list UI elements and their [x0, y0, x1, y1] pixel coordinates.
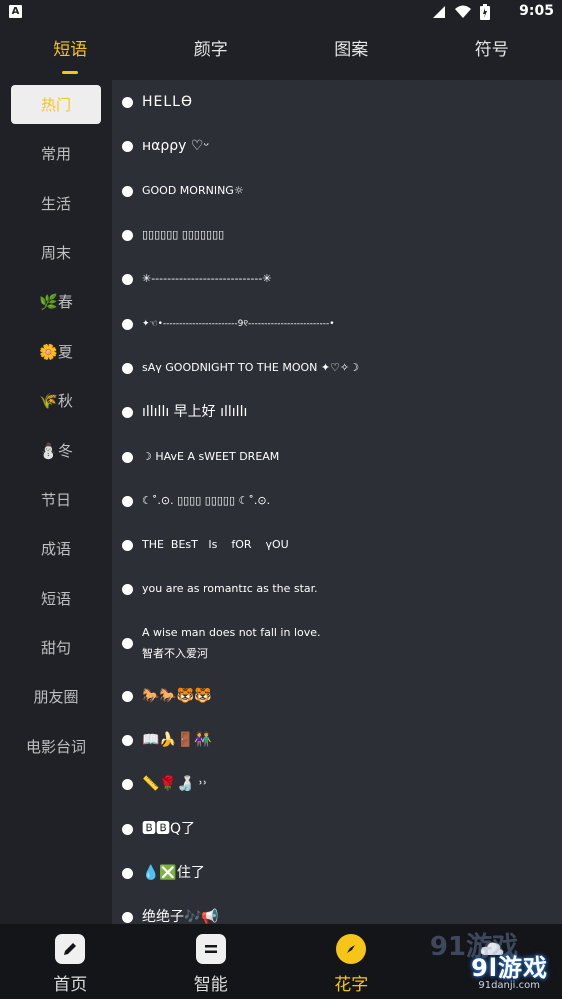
list-item[interactable]: нαρρу ♡ᵕ: [112, 124, 562, 168]
bullet-icon: [122, 362, 133, 374]
nav-smart[interactable]: 智能: [141, 924, 282, 999]
sidebar-item-summer[interactable]: 🌼夏: [0, 327, 112, 376]
phrase-text: 绝绝子🎶📢: [142, 909, 219, 924]
cloud-icon: [477, 934, 507, 964]
menu-icon: [195, 934, 226, 964]
bullet-icon: [122, 540, 133, 552]
phrase-text: ☾˚.⊙. ▯▯▯▯ ▯▯▯▯▯ ☾˚.⊙.: [142, 493, 271, 507]
phrase-text: THE BEsT Is fOR үOU: [142, 538, 289, 552]
bullet-icon: [122, 584, 133, 596]
phrase-text: HELLϴ: [142, 94, 193, 111]
bullet-icon: [122, 637, 133, 649]
nav-more[interactable]: [422, 924, 562, 999]
list-item[interactable]: you are as romantɪc as the star.: [112, 567, 562, 611]
phrase-text: 🅱🅱Q了: [142, 820, 196, 837]
sidebar-item-life[interactable]: 生活: [0, 178, 112, 227]
nav-smart-label: 智能: [193, 975, 228, 995]
sidebar-item-winter[interactable]: ⛄冬: [0, 425, 112, 474]
list-item[interactable]: ıllıllı 早上好 ıllıllı: [112, 390, 562, 434]
phrase-text: ☽ HAvE A sWEET DREAM: [142, 449, 280, 463]
bullet-icon: [122, 318, 133, 330]
list-item[interactable]: 绝绝子🎶📢: [112, 895, 562, 924]
tab-patterns[interactable]: 图案: [281, 24, 422, 80]
phrase-text: sAү GOODNIGHT TO THE MOON ✦♡✧☽: [142, 360, 360, 374]
bullet-icon: [122, 867, 133, 879]
list-item[interactable]: ▯▯▯▯▯▯ ▯▯▯▯▯▯▯: [112, 213, 562, 257]
pencil-icon: [55, 934, 86, 964]
bullet-icon: [122, 141, 133, 153]
list-item[interactable]: sAү GOODNIGHT TO THE MOON ✦♡✧☽: [112, 346, 562, 390]
list-item[interactable]: GOOD MORNING☼: [112, 169, 562, 213]
bullet-icon: [122, 274, 133, 286]
notification-icon: A: [9, 5, 22, 18]
list-item[interactable]: 📖🍌🚪👫: [112, 718, 562, 762]
list-item[interactable]: 📏🌹🍶 ˒˒: [112, 762, 562, 806]
nav-fancy-text[interactable]: 花字: [281, 924, 422, 999]
nav-home[interactable]: 首页: [0, 924, 141, 999]
bullet-icon: [122, 230, 133, 242]
bullet-icon: [122, 451, 133, 463]
phrase-text: 📏🌹🍶 ˒˒: [142, 776, 208, 793]
phrase-text: нαρρу ♡ᵕ: [142, 138, 210, 155]
tab-symbols[interactable]: 符号: [422, 24, 562, 80]
phrase-text: 💧❎住了: [142, 864, 205, 881]
phrase-list: HELLϴ нαρρу ♡ᵕ GOOD MORNING☼ ▯▯▯▯▯▯ ▯▯▯▯…: [112, 80, 562, 924]
list-item[interactable]: 💧❎住了: [112, 851, 562, 895]
nav-home-label: 首页: [53, 975, 88, 995]
bullet-icon: [122, 407, 133, 419]
sidebar-item-idioms[interactable]: 成语: [0, 524, 112, 573]
tab-phrases[interactable]: 短语: [0, 24, 141, 80]
phrase-text: ıllıllı 早上好 ıllıllı: [142, 404, 248, 421]
bullet-icon: [122, 97, 133, 109]
list-item[interactable]: HELLϴ: [112, 80, 562, 124]
list-item[interactable]: 🅱🅱Q了: [112, 806, 562, 850]
phrase-text: 📖🍌🚪👫: [142, 732, 212, 748]
list-item[interactable]: THE BEsT Is fOR үOU: [112, 523, 562, 567]
list-item[interactable]: ✦☜•-----------------------9୧------------…: [112, 301, 562, 345]
phrase-text: ✳----------------------------✳: [142, 272, 272, 286]
list-item[interactable]: ☾˚.⊙. ▯▯▯▯ ▯▯▯▯▯ ☾˚.⊙.: [112, 479, 562, 523]
clock: 9:05: [519, 3, 554, 19]
bullet-icon: [122, 185, 133, 197]
phrase-text: ✦☜•-----------------------9୧------------…: [142, 318, 335, 329]
sidebar-item-sweet[interactable]: 甜句: [0, 623, 112, 672]
nav-fancy-text-label: 花字: [334, 975, 369, 995]
sidebar: 热门 常用 生活 周末 🌿春 🌼夏 🌾秋 ⛄冬 节日 成语 短语 甜句 朋友圈 …: [0, 80, 112, 924]
list-item[interactable]: ☽ HAvE A sWEET DREAM: [112, 434, 562, 478]
bottom-nav: 首页 智能 花字: [0, 924, 562, 999]
bullet-icon: [122, 912, 133, 924]
sidebar-item-festival[interactable]: 节日: [0, 475, 112, 524]
sidebar-item-autumn[interactable]: 🌾秋: [0, 376, 112, 425]
bullet-icon: [122, 779, 133, 791]
tab-emoticons[interactable]: 颜字: [141, 24, 282, 80]
sidebar-item-movie-lines[interactable]: 电影台词: [0, 722, 112, 771]
phrase-text: GOOD MORNING☼: [142, 183, 244, 197]
bullet-icon: [122, 735, 133, 746]
list-item[interactable]: ✳----------------------------✳: [112, 257, 562, 301]
signal-icon: [433, 6, 445, 18]
sidebar-item-moments[interactable]: 朋友圈: [0, 672, 112, 721]
compass-icon: [336, 934, 367, 964]
list-item[interactable]: A wise man does not fall in love. 智者不入爱河: [112, 612, 562, 674]
phrase-text: ▯▯▯▯▯▯ ▯▯▯▯▯▯▯: [142, 228, 225, 242]
phrase-text: 🐎🐎🐯🐯: [142, 687, 212, 704]
bullet-icon: [122, 823, 133, 835]
sidebar-item-phrases[interactable]: 短语: [0, 574, 112, 623]
bullet-icon: [122, 495, 133, 507]
battery-icon: [480, 4, 490, 20]
sidebar-item-spring[interactable]: 🌿春: [0, 277, 112, 326]
bullet-icon: [122, 690, 133, 702]
category-tabs: 短语 颜字 图案 符号: [0, 24, 562, 80]
status-icons: [432, 4, 490, 20]
list-item[interactable]: 🐎🐎🐯🐯: [112, 674, 562, 718]
phrase-text: A wise man does not fall in love. 智者不入爱河: [142, 625, 321, 660]
sidebar-item-common[interactable]: 常用: [0, 129, 112, 178]
sidebar-item-weekend[interactable]: 周末: [0, 228, 112, 277]
wifi-icon: [455, 5, 471, 18]
phrase-text: you are as romantɪc as the star.: [142, 582, 318, 596]
status-bar: A 9:05: [0, 0, 562, 24]
sidebar-item-hot[interactable]: 热门: [11, 85, 101, 124]
